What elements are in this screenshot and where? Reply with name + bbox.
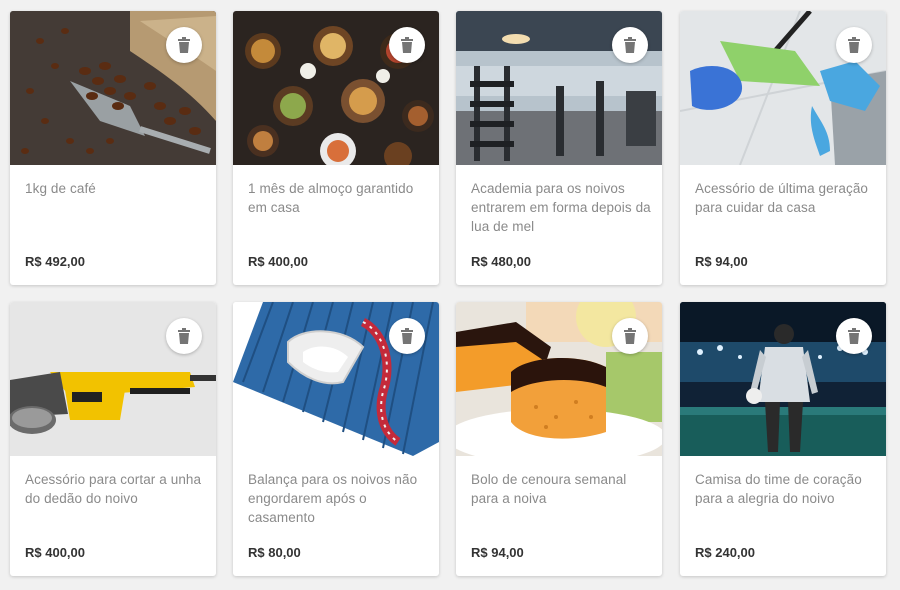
product-grid: 1kg de café R$ 492,00 1 mês de almoço ga… xyxy=(0,0,900,590)
product-title: Academia para os noivos entrarem em form… xyxy=(471,181,651,234)
product-title: Camisa do time de coração para a alegria… xyxy=(695,472,862,506)
trash-icon[interactable] xyxy=(612,318,648,354)
product-price: R$ 492,00 xyxy=(25,254,85,269)
product-card[interactable]: Balança para os noivos não engordarem ap… xyxy=(233,302,439,576)
trash-icon[interactable] xyxy=(836,318,872,354)
product-card[interactable]: Bolo de cenoura semanal para a noiva R$ … xyxy=(456,302,662,576)
product-card[interactable]: Acessório de última geração para cuidar … xyxy=(680,11,886,285)
product-price: R$ 94,00 xyxy=(471,545,524,560)
product-card[interactable]: Acessório para cortar a unha do dedão do… xyxy=(10,302,216,576)
product-title: Acessório de última geração para cuidar … xyxy=(695,181,869,215)
product-card[interactable]: 1kg de café R$ 492,00 xyxy=(10,11,216,285)
product-price: R$ 94,00 xyxy=(695,254,748,269)
product-title: 1kg de café xyxy=(25,181,96,196)
product-price: R$ 480,00 xyxy=(471,254,531,269)
product-title: Acessório para cortar a unha do dedão do… xyxy=(25,472,202,506)
trash-icon[interactable] xyxy=(612,27,648,63)
product-title: Bolo de cenoura semanal para a noiva xyxy=(471,472,627,506)
product-card[interactable]: Camisa do time de coração para a alegria… xyxy=(680,302,886,576)
trash-icon[interactable] xyxy=(166,27,202,63)
trash-icon[interactable] xyxy=(389,27,425,63)
product-price: R$ 400,00 xyxy=(25,545,85,560)
product-price: R$ 240,00 xyxy=(695,545,755,560)
product-card[interactable]: 1 mês de almoço garantido em casa R$ 400… xyxy=(233,11,439,285)
product-price: R$ 400,00 xyxy=(248,254,308,269)
trash-icon[interactable] xyxy=(836,27,872,63)
product-price: R$ 80,00 xyxy=(248,545,301,560)
product-card[interactable]: Academia para os noivos entrarem em form… xyxy=(456,11,662,285)
product-title: 1 mês de almoço garantido em casa xyxy=(248,181,414,215)
trash-icon[interactable] xyxy=(166,318,202,354)
product-title: Balança para os noivos não engordarem ap… xyxy=(248,472,418,525)
trash-icon[interactable] xyxy=(389,318,425,354)
